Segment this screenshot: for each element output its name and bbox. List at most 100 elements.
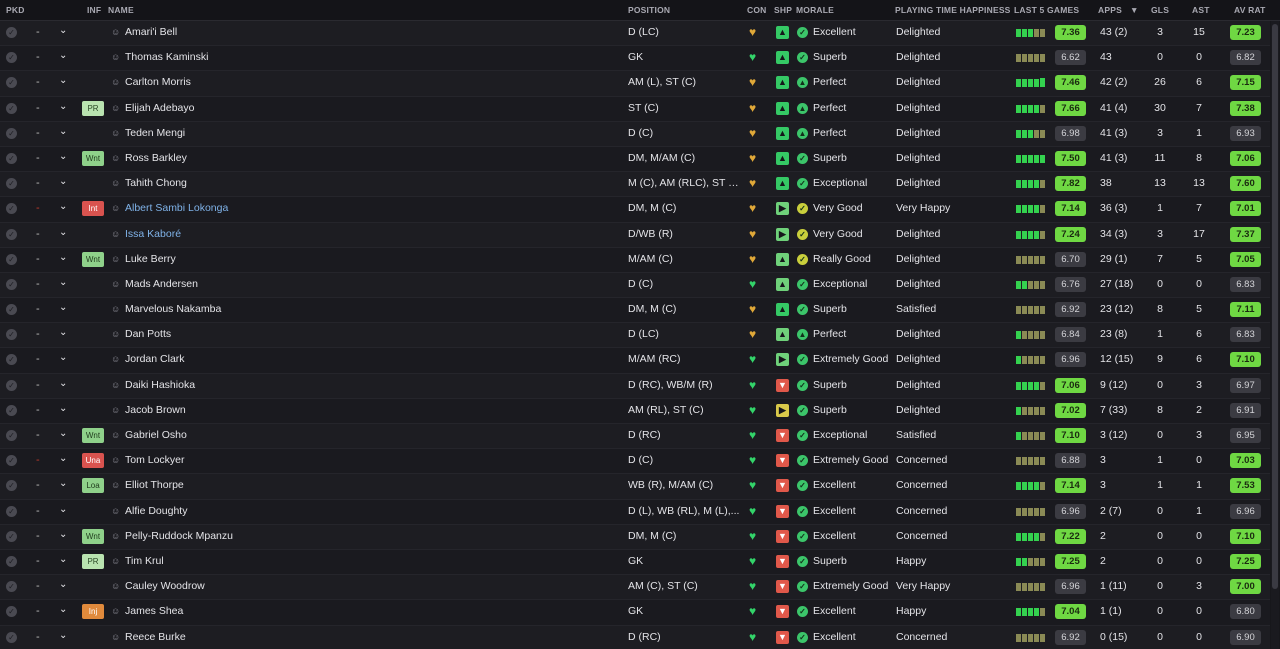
- pick-toggle-icon[interactable]: ✓: [6, 127, 17, 139]
- inf-badge[interactable]: Wnt: [82, 150, 104, 166]
- col-last5[interactable]: LAST 5 GAMES: [1014, 5, 1079, 15]
- player-name[interactable]: Pelly-Ruddock Mpanzu: [125, 530, 233, 542]
- table-row[interactable]: ✓ - ⌄ Inj ☺ James Shea GK ♥ ▼ ✓ Excellent Happy 7.04…: [0, 600, 1270, 626]
- pick-toggle-icon[interactable]: ✓: [6, 505, 17, 517]
- player-name[interactable]: Tom Lockyer: [125, 454, 185, 466]
- pick-toggle-icon[interactable]: ✓: [6, 354, 17, 366]
- table-row[interactable]: ✓ - ⌄ ☺ Issa Kaboré D/WB (R) ♥ ▶ ✓ Very Good Delig…: [0, 222, 1270, 248]
- pick-toggle-icon[interactable]: ✓: [6, 555, 17, 567]
- pick-toggle-icon[interactable]: ✓: [6, 52, 17, 64]
- table-row[interactable]: ✓ - ⌄ ☺ Teden Mengi D (C) ♥ ▲ ▲ Perfect Delighted 6…: [0, 121, 1270, 147]
- table-row[interactable]: ✓ - ⌄ PR ☺ Elijah Adebayo ST (C) ♥ ▲ ▲ Perfect Deli…: [0, 96, 1270, 122]
- pick-toggle-icon[interactable]: ✓: [6, 304, 17, 316]
- col-name[interactable]: NAME: [108, 5, 134, 15]
- player-name[interactable]: Carlton Morris: [125, 76, 191, 88]
- chevron-down-icon[interactable]: ⌄: [59, 554, 67, 565]
- player-name[interactable]: Amari'i Bell: [125, 26, 177, 38]
- chevron-down-icon[interactable]: ⌄: [59, 352, 67, 363]
- table-row[interactable]: ✓ - ⌄ Wnt ☺ Gabriel Osho D (RC) ♥ ▼ ✓ Exceptional S…: [0, 424, 1270, 450]
- col-pkd[interactable]: PKD: [6, 5, 25, 15]
- inf-badge[interactable]: Wnt: [82, 428, 104, 443]
- inf-badge[interactable]: Int: [82, 201, 104, 217]
- chevron-down-icon[interactable]: ⌄: [59, 25, 67, 36]
- player-name[interactable]: Issa Kaboré: [125, 228, 181, 240]
- col-gls[interactable]: GLS: [1151, 5, 1169, 15]
- chevron-down-icon[interactable]: ⌄: [59, 302, 67, 313]
- chevron-down-icon[interactable]: ⌄: [59, 327, 67, 338]
- player-name[interactable]: Elliot Thorpe: [125, 479, 184, 491]
- pick-toggle-icon[interactable]: ✓: [6, 228, 17, 240]
- chevron-down-icon[interactable]: ⌄: [59, 453, 67, 464]
- table-row[interactable]: ✓ - ⌄ ☺ Daiki Hashioka D (RC), WB/M (R) ♥ ▼ ✓ Sup…: [0, 373, 1270, 399]
- inf-badge[interactable]: Wnt: [82, 528, 104, 544]
- player-name[interactable]: Daiki Hashioka: [125, 379, 195, 391]
- pick-toggle-icon[interactable]: ✓: [6, 404, 17, 416]
- chevron-down-icon[interactable]: ⌄: [59, 378, 67, 389]
- pick-toggle-icon[interactable]: ✓: [6, 430, 17, 441]
- chevron-down-icon[interactable]: ⌄: [59, 227, 67, 238]
- table-row[interactable]: ✓ - ⌄ ☺ Marvelous Nakamba DM, M (C) ♥ ▲ ✓ Superb S…: [0, 298, 1270, 324]
- inf-badge[interactable]: PR: [82, 100, 104, 116]
- player-name[interactable]: Tahith Chong: [125, 177, 187, 189]
- player-name[interactable]: Jacob Brown: [125, 404, 186, 416]
- chevron-down-icon[interactable]: ⌄: [59, 277, 67, 288]
- pick-toggle-icon[interactable]: ✓: [6, 152, 17, 164]
- inf-badge[interactable]: PR: [82, 553, 104, 569]
- pick-toggle-icon[interactable]: ✓: [6, 606, 17, 618]
- inf-badge[interactable]: Inj: [82, 604, 104, 620]
- pick-toggle-icon[interactable]: ✓: [6, 455, 17, 467]
- chevron-down-icon[interactable]: ⌄: [59, 101, 67, 112]
- player-name[interactable]: Luke Berry: [125, 253, 176, 265]
- player-name[interactable]: Alfie Doughty: [125, 505, 187, 517]
- col-inf[interactable]: INF: [87, 5, 101, 15]
- chevron-down-icon[interactable]: ⌄: [59, 504, 67, 515]
- chevron-down-icon[interactable]: ⌄: [59, 529, 67, 540]
- col-pth[interactable]: PLAYING TIME HAPPINESS: [895, 5, 1011, 15]
- table-row[interactable]: ✓ - ⌄ ☺ Reece Burke D (RC) ♥ ▼ ✓ Excellent Concern…: [0, 625, 1270, 649]
- pick-toggle-icon[interactable]: ✓: [6, 480, 17, 492]
- chevron-down-icon[interactable]: ⌄: [59, 176, 67, 187]
- inf-badge[interactable]: Una: [82, 453, 104, 469]
- pick-toggle-icon[interactable]: ✓: [6, 530, 17, 542]
- col-apps[interactable]: APPS: [1098, 5, 1122, 15]
- chevron-down-icon[interactable]: ⌄: [59, 151, 67, 162]
- chevron-down-icon[interactable]: ⌄: [59, 579, 67, 590]
- table-row[interactable]: ✓ - ⌄ ☺ Thomas Kaminski GK ♥ ▲ ✓ Superb Delighted 6…: [0, 46, 1270, 72]
- col-avrat[interactable]: AV RAT: [1234, 5, 1266, 15]
- col-shp[interactable]: SHP: [774, 5, 792, 15]
- table-row[interactable]: ✓ - ⌄ Wnt ☺ Ross Barkley DM, M/AM (C) ♥ ▲ ✓ Superb…: [0, 146, 1270, 173]
- col-position[interactable]: POSITION: [628, 5, 670, 15]
- col-con[interactable]: CON: [747, 5, 767, 15]
- col-morale[interactable]: MORALE: [796, 5, 834, 15]
- table-row[interactable]: ✓ - ⌄ PR ☺ Tim Krul GK ♥ ▼ ✓ Superb Happy 7.25 2 0 0 7.2…: [0, 549, 1270, 576]
- pick-toggle-icon[interactable]: ✓: [6, 253, 17, 265]
- pick-toggle-icon[interactable]: ✓: [6, 581, 17, 593]
- sort-desc-icon[interactable]: ▼: [1130, 5, 1139, 15]
- chevron-down-icon[interactable]: ⌄: [59, 630, 67, 641]
- pick-toggle-icon[interactable]: ✓: [6, 329, 17, 341]
- player-name[interactable]: Elijah Adebayo: [125, 102, 194, 114]
- chevron-down-icon[interactable]: ⌄: [59, 201, 67, 212]
- pick-toggle-icon[interactable]: ✓: [6, 27, 17, 38]
- player-name[interactable]: Gabriel Osho: [125, 429, 187, 441]
- table-row[interactable]: ✓ - ⌄ Una ☺ Tom Lockyer D (C) ♥ ▼ ✓ Extremely Good…: [0, 449, 1270, 475]
- table-row[interactable]: ✓ - ⌄ ☺ Mads Andersen D (C) ♥ ▲ ✓ Exceptional Deli…: [0, 272, 1270, 299]
- pick-toggle-icon[interactable]: ✓: [6, 203, 17, 215]
- table-row[interactable]: ✓ - ⌄ Int ☺ Albert Sambi Lokonga DM, M (C) ♥ ▶ ✓ V…: [0, 197, 1270, 223]
- pick-toggle-icon[interactable]: ✓: [6, 178, 17, 190]
- scrollbar-thumb[interactable]: [1272, 24, 1278, 589]
- player-name[interactable]: Cauley Woodrow: [125, 580, 205, 592]
- pick-toggle-icon[interactable]: ✓: [6, 278, 17, 290]
- inf-badge[interactable]: Loa: [82, 478, 104, 494]
- player-name[interactable]: Tim Krul: [125, 555, 164, 567]
- pick-toggle-icon[interactable]: ✓: [6, 379, 17, 391]
- col-ast[interactable]: AST: [1192, 5, 1210, 15]
- table-row[interactable]: ✓ - ⌄ ☺ Tahith Chong M (C), AM (RLC), ST (C) ♥…: [0, 172, 1270, 198]
- player-name[interactable]: Reece Burke: [125, 631, 186, 643]
- chevron-down-icon[interactable]: ⌄: [59, 126, 67, 137]
- chevron-down-icon[interactable]: ⌄: [59, 604, 67, 615]
- table-row[interactable]: ✓ - ⌄ Wnt ☺ Pelly-Ruddock Mpanzu DM, M (C) ♥ ▼ ✓ E…: [0, 524, 1270, 550]
- inf-badge[interactable]: Wnt: [82, 251, 104, 267]
- chevron-down-icon[interactable]: ⌄: [59, 50, 67, 61]
- player-name[interactable]: Albert Sambi Lokonga: [125, 202, 228, 214]
